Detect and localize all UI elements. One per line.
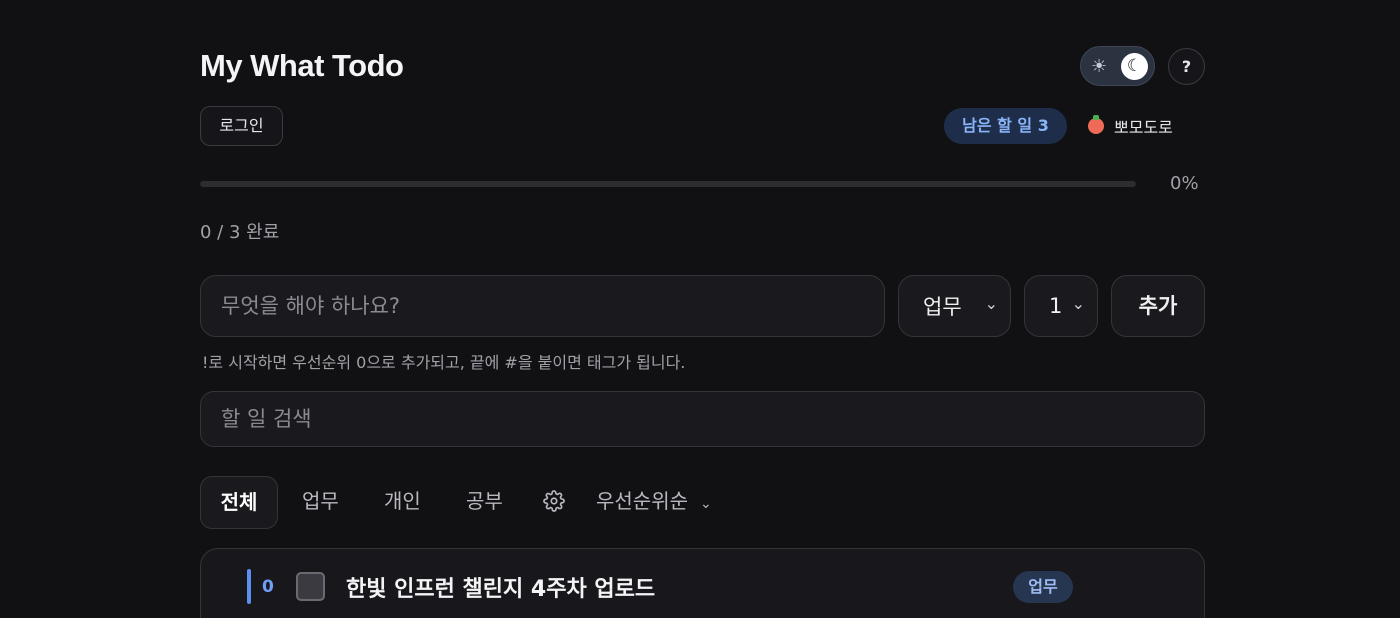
priority-indicator: [247, 569, 251, 604]
sort-label: 우선순위순: [596, 489, 688, 513]
todo-item: 0 한빛 인프런 챌린지 4주차 업로드 업무: [200, 548, 1205, 618]
pomodoro-label: 뽀모도로: [1114, 118, 1173, 137]
category-select[interactable]: 업무 ⌄: [898, 275, 1011, 337]
priority-number: 0: [262, 577, 274, 597]
moon-icon: ☾: [1121, 53, 1148, 80]
todo-checkbox[interactable]: [296, 572, 325, 601]
page-title: My What Todo: [200, 48, 404, 83]
priority-value: 1: [1049, 294, 1063, 318]
tomato-icon: [1088, 115, 1104, 134]
pomodoro-button[interactable]: 뽀모도로: [1088, 108, 1173, 144]
chevron-down-icon: ⌄: [1071, 294, 1085, 313]
add-button[interactable]: 추가: [1111, 275, 1205, 337]
tab-work[interactable]: 업무: [302, 476, 339, 529]
todo-text[interactable]: 한빛 인프런 챌린지 4주차 업로드: [346, 571, 655, 603]
tab-all[interactable]: 전체: [200, 476, 278, 529]
progress-count: 0 / 3 완료: [200, 222, 280, 243]
sun-icon: ☀: [1091, 56, 1108, 77]
help-button[interactable]: ?: [1168, 48, 1205, 85]
remaining-count-badge: 남은 할 일 3: [944, 108, 1067, 144]
todo-input[interactable]: [200, 275, 885, 337]
chevron-down-icon: ⌄: [700, 496, 712, 512]
login-button[interactable]: 로그인: [200, 106, 283, 146]
theme-toggle[interactable]: ☀ ☾: [1080, 46, 1155, 86]
priority-select[interactable]: 1 ⌄: [1024, 275, 1098, 337]
tab-personal[interactable]: 개인: [384, 476, 421, 529]
progress-percent: 0%: [1170, 173, 1199, 194]
tab-study[interactable]: 공부: [466, 476, 503, 529]
input-hint: !로 시작하면 우선순위 0으로 추가되고, 끝에 #을 붙이면 태그가 됩니다…: [202, 353, 686, 372]
category-value: 업무: [923, 295, 962, 319]
search-input[interactable]: [200, 391, 1205, 447]
sort-select[interactable]: 우선순위순 ⌄: [596, 476, 712, 529]
progress-bar: [200, 181, 1136, 187]
todo-tag: 업무: [1013, 571, 1073, 603]
chevron-down-icon: ⌄: [984, 294, 998, 313]
gear-icon[interactable]: [543, 490, 565, 512]
